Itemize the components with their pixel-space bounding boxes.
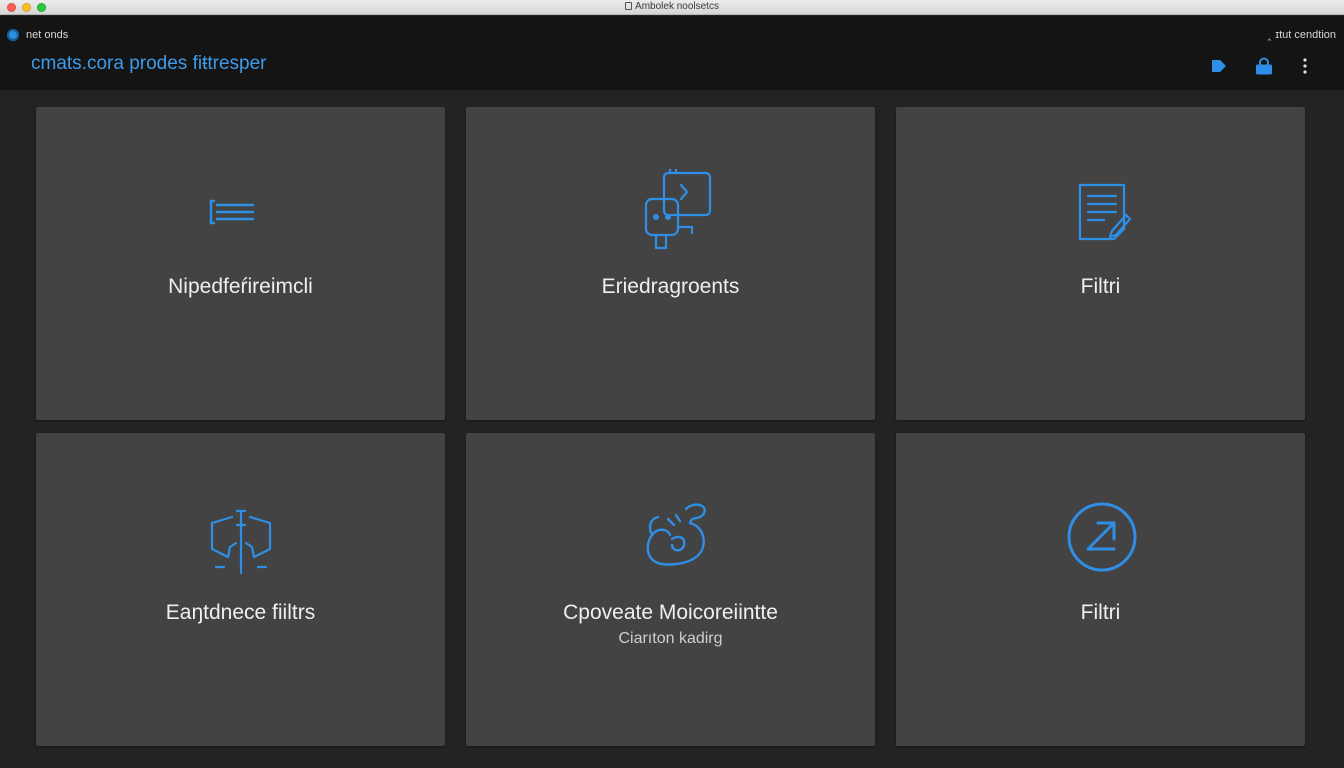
status-indicator: ‸ ɪtut cendtion (1267, 28, 1336, 41)
chat-window-icon (626, 169, 716, 253)
card-label: Filtri (1080, 601, 1121, 624)
card-label: Nipedfeŕireimcli (168, 275, 313, 298)
pin-icon: ‸ (1267, 29, 1272, 41)
bird-icon (626, 495, 716, 579)
app-logo-icon (7, 29, 19, 41)
card-eaŋtdnece-fiiltrs[interactable]: Eaŋtdnece fiiltrs (36, 433, 445, 746)
card-filtri[interactable]: Filtri (896, 107, 1305, 420)
card-cpoveate-moicoreiintte[interactable]: Cpoveate Moicoreiintte Ciarıton kadirg (466, 433, 875, 746)
funnel-split-icon (196, 495, 286, 579)
card-label: Filtri (1080, 275, 1121, 298)
play-icon (1212, 60, 1226, 72)
card-grid: Nipedfeŕireimcli Eriedragroents Filtri E… (36, 107, 1306, 746)
list-lines-icon (196, 169, 286, 253)
document-edit-icon (1056, 169, 1146, 253)
lock-button[interactable] (1254, 56, 1274, 76)
page-title: cmats.cora prodes fiŧtresper (31, 53, 267, 74)
card-eriedragroents[interactable]: Eriedragroents (466, 107, 875, 420)
arrow-circle-icon (1056, 495, 1146, 579)
document-icon (625, 2, 633, 10)
status-text: ɪtut cendtion (1275, 29, 1336, 41)
app-name: net onds (26, 29, 69, 41)
card-label: Eriedragroents (601, 275, 740, 298)
card-filtri-2[interactable]: Filtri (896, 433, 1305, 746)
play-button[interactable] (1209, 56, 1229, 76)
card-label: Cpoveate Moicoreiintte (563, 601, 778, 624)
window-title-text: Ambolek noolsetcs (635, 1, 719, 12)
lock-icon (1256, 57, 1272, 75)
app-header: net onds cmats.cora prodes fiŧtresper ‸ ɪ… (0, 16, 1344, 90)
window-title: Ambolek noolsetcs (0, 1, 1344, 12)
more-options-button[interactable] (1295, 56, 1313, 76)
more-vertical-icon (1303, 58, 1307, 74)
card-nipedfeŕireimcli[interactable]: Nipedfeŕireimcli (36, 107, 445, 420)
card-label: Eaŋtdnece fiiltrs (165, 601, 316, 624)
window-titlebar: Ambolek noolsetcs (0, 0, 1344, 15)
card-sublabel: Ciarıton kadirg (618, 630, 723, 647)
